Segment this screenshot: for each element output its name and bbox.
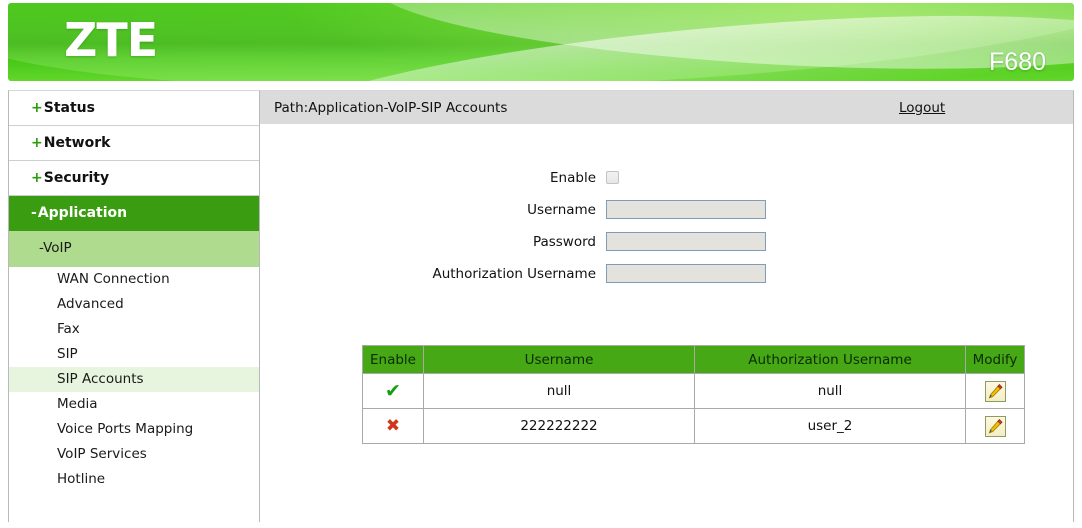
check-icon: ✔ [385, 379, 401, 402]
column-header-modify: Modify [965, 345, 1025, 374]
pencil-edit-icon[interactable] [984, 415, 1006, 437]
pencil-edit-icon[interactable] [984, 380, 1006, 402]
table-header-row: Enable Username Authorization Username M… [362, 345, 1025, 374]
sidebar-item-hotline[interactable]: Hotline [9, 467, 259, 492]
cell-authorization-username: user_2 [694, 408, 966, 444]
cell-enable: ✖ [362, 408, 424, 444]
column-header-username: Username [423, 345, 695, 374]
cell-username: 222222222 [423, 408, 695, 444]
logout-link[interactable]: Logout [899, 100, 945, 116]
breadcrumb: Path:Application-VoIP-SIP Accounts [274, 99, 508, 116]
sidebar-item-label: Fax [57, 321, 80, 337]
sidebar-item-voice-ports-mapping[interactable]: Voice Ports Mapping [9, 417, 259, 442]
sidebar-item-application[interactable]: -Application [9, 196, 259, 231]
sidebar-item-status[interactable]: +Status [9, 91, 259, 126]
expand-plus-icon: + [31, 170, 43, 186]
sidebar-item-wan-connection[interactable]: WAN Connection [9, 267, 259, 292]
form-row-enable: Enable [266, 165, 1073, 190]
expand-plus-icon: + [31, 100, 43, 116]
cross-icon: ✖ [385, 415, 401, 436]
device-model-label: F680 [989, 48, 1046, 76]
password-input[interactable] [606, 232, 766, 251]
sidebar-item-label: Advanced [57, 296, 124, 312]
table-row: ✔ null null [362, 373, 1025, 409]
sidebar-item-voip-services[interactable]: VoIP Services [9, 442, 259, 467]
page-header: ZTE F680 [8, 3, 1074, 81]
sidebar-item-network[interactable]: +Network [9, 126, 259, 161]
sidebar-item-label: Application [37, 205, 128, 221]
zte-logo: ZTE [64, 13, 158, 67]
page-body: +Status +Network +Security -Application … [8, 90, 1074, 522]
sidebar-item-label: Security [43, 170, 110, 186]
password-label: Password [532, 233, 596, 250]
authorization-username-input[interactable] [606, 264, 766, 283]
sidebar-item-advanced[interactable]: Advanced [9, 292, 259, 317]
cell-modify [965, 373, 1025, 409]
header-swoosh-mid [367, 3, 1074, 81]
username-label: Username [527, 201, 596, 218]
sidebar-nav: +Status +Network +Security -Application … [8, 90, 260, 522]
sidebar-item-sip[interactable]: SIP [9, 342, 259, 367]
sidebar-item-fax[interactable]: Fax [9, 317, 259, 342]
cell-authorization-username: null [694, 373, 966, 409]
sidebar-item-label: Network [43, 135, 111, 151]
sidebar-item-label: Voice Ports Mapping [57, 421, 194, 437]
enable-label: Enable [550, 169, 596, 186]
sidebar-item-label: VoIP Services [57, 446, 147, 462]
authorization-username-label: Authorization Username [432, 265, 596, 282]
sidebar-item-label: Hotline [57, 471, 106, 487]
expand-plus-icon: + [31, 135, 43, 151]
form-row-authorization-username: Authorization Username [266, 261, 1073, 286]
sidebar-item-label: VoIP [43, 240, 72, 256]
collapse-minus-icon: - [31, 205, 37, 221]
form-row-username: Username [266, 197, 1073, 222]
column-header-enable: Enable [362, 345, 424, 374]
sidebar-item-label: SIP Accounts [57, 371, 144, 387]
cell-modify [965, 408, 1025, 444]
header-swoosh-top [8, 3, 1074, 81]
username-input[interactable] [606, 200, 766, 219]
cell-enable: ✔ [362, 373, 424, 409]
table-row: ✖ 222222222 user_2 [362, 408, 1025, 444]
sidebar-item-label: Media [57, 396, 98, 412]
header-swoosh-bottom [259, 3, 1074, 81]
sip-account-form: Enable Username Password Authorization U… [260, 165, 1073, 286]
sidebar-item-label: WAN Connection [57, 271, 170, 287]
sidebar-item-sip-accounts[interactable]: SIP Accounts [9, 367, 259, 392]
sidebar-item-media[interactable]: Media [9, 392, 259, 417]
sip-accounts-table: Enable Username Authorization Username M… [362, 345, 1025, 444]
enable-checkbox[interactable] [606, 171, 619, 184]
breadcrumb-bar: Path:Application-VoIP-SIP Accounts Logou… [260, 91, 1073, 124]
sidebar-item-label: SIP [57, 346, 78, 362]
sidebar-item-security[interactable]: +Security [9, 161, 259, 196]
column-header-authorization-username: Authorization Username [694, 345, 966, 374]
cell-username: null [423, 373, 695, 409]
content-panel: Path:Application-VoIP-SIP Accounts Logou… [260, 90, 1074, 522]
sidebar-item-label: Status [43, 100, 95, 116]
form-row-password: Password [266, 229, 1073, 254]
sidebar-item-voip[interactable]: -VoIP [9, 231, 259, 267]
